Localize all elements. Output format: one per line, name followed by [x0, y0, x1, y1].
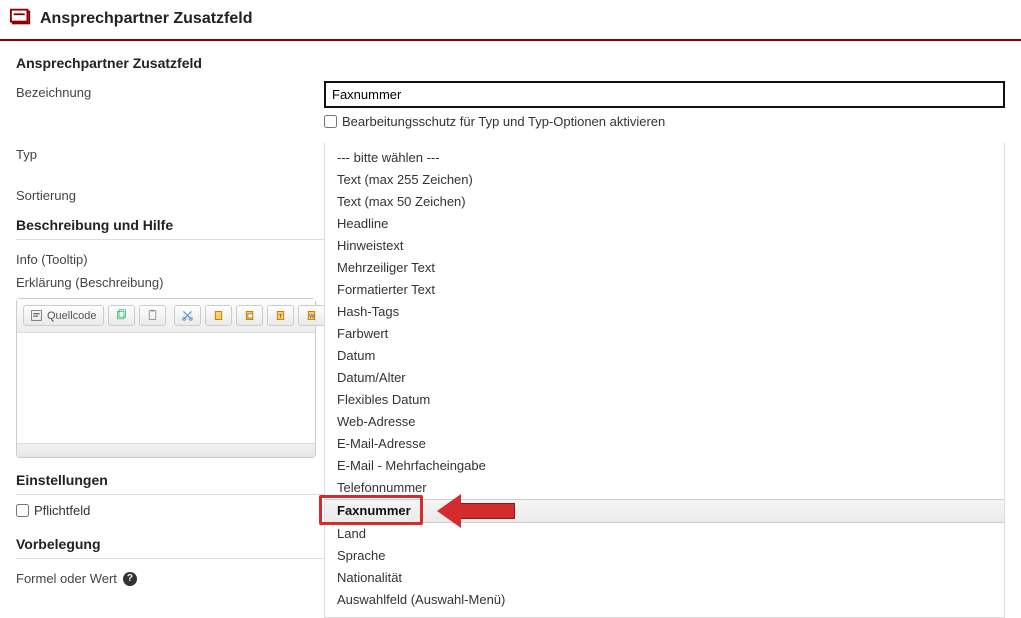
typ-option[interactable]: Farbwert [325, 323, 1004, 345]
typ-option[interactable]: Mehrzeiliger Text [325, 257, 1004, 279]
typ-option[interactable]: Auswahlfeld (Auswahl-Menü) [325, 589, 1004, 611]
page-title: Ansprechpartner Zusatzfeld [40, 10, 252, 28]
editor-footer [17, 443, 315, 457]
editor-textarea[interactable] [17, 333, 315, 443]
help-icon[interactable]: ? [123, 572, 137, 586]
typ-option[interactable]: Datum [325, 345, 1004, 367]
clipboard-copy-button[interactable] [205, 305, 232, 326]
checkbox-bearbeitungsschutz[interactable] [324, 115, 337, 128]
typ-option[interactable]: E-Mail - Mehrfacheingabe [325, 455, 1004, 477]
folder-icon [10, 6, 32, 31]
clipboard-paste-button[interactable] [236, 305, 263, 326]
svg-text:W: W [309, 314, 315, 320]
copy-icon [115, 309, 128, 322]
paste-word-button[interactable]: W [298, 305, 325, 326]
label-formel: Formel oder Wert [16, 571, 117, 586]
main-content: Ansprechpartner Zusatzfeld Bezeichnung B… [0, 41, 1021, 604]
richtext-editor: Quellcode T W [16, 298, 316, 458]
typ-option[interactable]: Hash-Tags [325, 301, 1004, 323]
annotation-arrow [459, 503, 515, 519]
editor-toolbar: Quellcode T W [17, 299, 315, 333]
source-icon [30, 309, 43, 322]
typ-option[interactable]: E-Mail-Adresse [325, 433, 1004, 455]
label-erklaerung: Erklärung (Beschreibung) [16, 275, 324, 290]
typ-option[interactable]: Land [325, 523, 1004, 545]
label-bearbeitungsschutz: Bearbeitungsschutz für Typ und Typ-Optio… [342, 114, 665, 129]
typ-option[interactable]: Hinweistext [325, 235, 1004, 257]
copy-button[interactable] [108, 305, 135, 326]
typ-option[interactable]: Datum/Alter [325, 367, 1004, 389]
typ-option[interactable]: Text (max 50 Zeichen) [325, 191, 1004, 213]
label-info: Info (Tooltip) [16, 248, 324, 267]
row-bezeichnung: Bezeichnung Bearbeitungsschutz für Typ u… [16, 81, 1005, 135]
typ-option[interactable]: --- bitte wählen --- [325, 147, 1004, 169]
clipboard-paste-icon [243, 309, 256, 322]
typ-option[interactable]: Text (max 255 Zeichen) [325, 169, 1004, 191]
label-sortierung: Sortierung [16, 184, 324, 203]
typ-option[interactable]: Flexibles Datum [325, 389, 1004, 411]
paste-icon [146, 309, 159, 322]
typ-option[interactable]: Nationalität [325, 567, 1004, 589]
typ-option[interactable]: Sprache [325, 545, 1004, 567]
clipboard-icon [212, 309, 225, 322]
input-bezeichnung[interactable] [324, 81, 1005, 108]
label-typ: Typ [16, 143, 324, 162]
label-pflichtfeld: Pflichtfeld [34, 503, 90, 518]
scissors-icon [181, 309, 194, 322]
paste-plain-button[interactable]: T [267, 305, 294, 326]
typ-option[interactable]: Telefonnummer [325, 477, 1004, 499]
checkbox-pflichtfeld[interactable] [16, 504, 29, 517]
paste-word-icon: W [305, 309, 318, 322]
typ-option[interactable]: Formatierter Text [325, 279, 1004, 301]
page-header: Ansprechpartner Zusatzfeld [0, 0, 1021, 41]
typ-option[interactable]: Headline [325, 213, 1004, 235]
quellcode-button[interactable]: Quellcode [23, 305, 104, 326]
typ-dropdown: --- bitte wählen ---Text (max 255 Zeiche… [324, 143, 1005, 618]
typ-option[interactable]: Web-Adresse [325, 411, 1004, 433]
typ-option[interactable]: Faxnummer [325, 499, 1004, 523]
section-title: Ansprechpartner Zusatzfeld [16, 55, 1005, 71]
paste-button[interactable] [139, 305, 166, 326]
label-bezeichnung: Bezeichnung [16, 81, 324, 100]
svg-text:T: T [278, 314, 282, 320]
paste-plain-icon: T [274, 309, 287, 322]
cut-button[interactable] [174, 305, 201, 326]
